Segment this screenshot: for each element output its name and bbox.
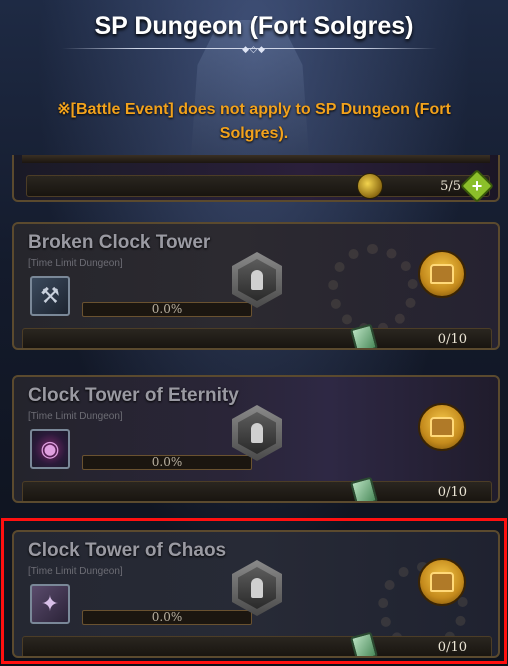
title-ornament-icon: ◆◇◆ xyxy=(242,44,266,54)
entry-count-bar: 0/10 xyxy=(22,323,492,348)
progress-bar: 0.0% xyxy=(82,455,252,470)
selection-highlight xyxy=(1,518,507,664)
dungeon-name: Clock Tower of Eternity xyxy=(28,385,239,406)
card-top-strip xyxy=(22,155,490,163)
treasure-chest-button[interactable] xyxy=(418,403,466,451)
orb-reward-icon: ◉ xyxy=(30,429,70,469)
chest-icon xyxy=(430,264,454,284)
progress-text: 0.0% xyxy=(151,302,183,316)
battle-event-notice: ※[Battle Event] does not apply to SP Dun… xyxy=(57,101,451,142)
gear-decoration-icon xyxy=(328,244,418,334)
entry-count-bar: 5/5 + xyxy=(26,169,494,203)
dungeon-card-top-partial[interactable]: 5/5 + xyxy=(12,155,500,203)
entry-count: 0/10 xyxy=(437,332,467,347)
lock-icon xyxy=(232,252,282,308)
add-entry-button[interactable]: + xyxy=(460,169,494,203)
lock-icon xyxy=(232,405,282,461)
plus-icon: + xyxy=(471,176,483,196)
entry-count-bar: 0/10 xyxy=(22,476,492,501)
treasure-chest-button[interactable] xyxy=(418,250,466,298)
anvil-reward-icon: ⚒ xyxy=(30,276,70,316)
ticket-icon xyxy=(350,476,378,501)
entry-key-icon xyxy=(357,173,383,199)
entry-count: 5/5 xyxy=(440,179,461,194)
dungeon-name: Broken Clock Tower xyxy=(28,232,211,253)
page-title: SP Dungeon (Fort Solgres) xyxy=(94,12,414,40)
dungeon-card-clock-tower-of-eternity[interactable]: Clock Tower of Eternity [Time Limit Dung… xyxy=(12,375,500,503)
dungeon-type-label: [Time Limit Dungeon] xyxy=(28,258,123,269)
dungeon-type-label: [Time Limit Dungeon] xyxy=(28,411,123,422)
header: SP Dungeon (Fort Solgres) ◆◇◆ xyxy=(0,0,508,60)
entry-count: 0/10 xyxy=(437,485,467,500)
chest-icon xyxy=(430,417,454,437)
progress-text: 0.0% xyxy=(151,455,183,469)
ticket-icon xyxy=(350,323,378,348)
progress-bar: 0.0% xyxy=(82,302,252,317)
dungeon-card-broken-clock-tower[interactable]: Broken Clock Tower [Time Limit Dungeon] … xyxy=(12,222,500,350)
